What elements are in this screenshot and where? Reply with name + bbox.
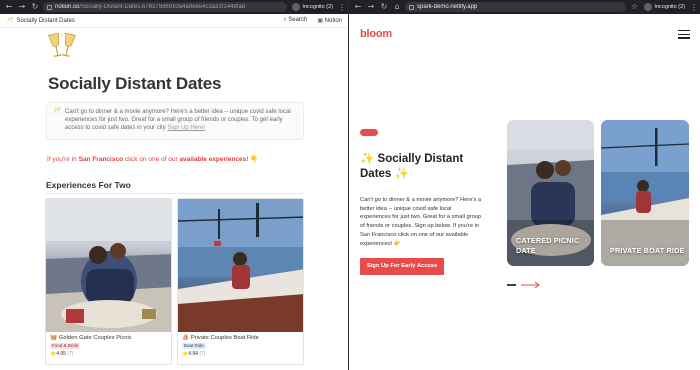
star-bookmark-icon[interactable]: ☆ xyxy=(629,2,639,12)
champagne-icon: 🥂 xyxy=(52,108,61,115)
sf-city: San Francisco xyxy=(78,156,124,163)
section-title: Experiences For Two xyxy=(46,180,131,190)
sf-middle: click on one of our xyxy=(124,156,178,163)
url-host: spark-demo.netlify.app xyxy=(417,4,478,10)
notion-button[interactable]: ▣ Notion xyxy=(317,17,342,24)
lock-icon xyxy=(47,4,52,10)
boat-photo xyxy=(178,199,303,332)
early-access-button[interactable]: Sign Up For Early Access xyxy=(360,258,444,275)
forward-icon[interactable]: → xyxy=(366,2,376,12)
point-down-icon: 👇 xyxy=(250,156,259,163)
incognito-label: Incognito (2) xyxy=(302,4,333,10)
home-icon[interactable]: ⌂ xyxy=(392,2,402,12)
callout-block: 🥂 Can't go to dinner & a movie anymore? … xyxy=(46,102,304,140)
hamburger-menu-icon[interactable] xyxy=(678,30,690,39)
accent-pill xyxy=(360,129,378,136)
sailboat-emoji-icon: ⛵ xyxy=(182,335,190,341)
incognito-icon xyxy=(292,3,301,11)
incognito-icon xyxy=(644,3,653,11)
hero-description: Can't go to dinner & a movie anymore? He… xyxy=(360,197,482,247)
rating-count: (7) xyxy=(67,351,74,357)
pager-indicator xyxy=(507,284,516,286)
notion-browser-window: ← → ↻ notion.so/Socially-Distant-Dates-b… xyxy=(0,0,348,370)
divider xyxy=(46,193,304,194)
rating-count: (7) xyxy=(199,351,206,357)
category-tag: Boat Ride xyxy=(182,343,206,349)
experience-card-boat[interactable]: ⛵ Private Couples Boat Ride Boat Ride ⭐4… xyxy=(177,198,304,365)
hero-title: ✨ Socially Distant Dates ✨ xyxy=(360,152,490,182)
bloom-logo[interactable]: bloom xyxy=(360,28,392,40)
browser-toolbar: ← → ↻ ⌂ spark-demo.netlify.app ☆ Incogni… xyxy=(349,0,700,14)
photo-card-label: CATERED PICNIC DATE xyxy=(516,236,580,255)
menu-icon[interactable]: ⋮ xyxy=(690,3,698,12)
picnic-photo xyxy=(46,199,171,332)
signup-link[interactable]: Sign Up Here! xyxy=(167,125,205,131)
incognito-badge[interactable]: Incognito (2) xyxy=(290,3,335,11)
bloom-browser-window: ← → ↻ ⌂ spark-demo.netlify.app ☆ Incogni… xyxy=(348,0,700,370)
notion-topbar: 🥂 Socially Distant Dates ⌕ Search ▣ Noti… xyxy=(0,14,348,28)
forward-icon[interactable]: → xyxy=(17,2,27,12)
sf-prefix: If you're in xyxy=(47,156,77,163)
sf-emph: available experiences! xyxy=(179,156,249,163)
url-host: notion.so xyxy=(55,4,80,10)
card-title: Golden Gate Couples Picnic xyxy=(58,335,132,341)
carousel-pager xyxy=(507,281,541,289)
arrow-right-icon[interactable] xyxy=(521,281,541,289)
incognito-label: Incognito (2) xyxy=(654,4,685,10)
page-title: Socially Distant Dates xyxy=(48,74,222,93)
breadcrumb-label: Socially Distant Dates xyxy=(16,17,75,24)
breadcrumb[interactable]: 🥂 Socially Distant Dates xyxy=(6,17,283,25)
picnic-emoji-icon: 🧺 xyxy=(50,335,58,341)
menu-icon[interactable]: ⋮ xyxy=(338,3,346,12)
back-icon[interactable]: ← xyxy=(353,2,363,12)
category-tag: Food & Drink xyxy=(50,343,81,349)
search-label: Search xyxy=(288,17,308,23)
photo-card-picnic[interactable]: CATERED PICNIC DATE xyxy=(507,120,594,266)
lock-icon xyxy=(409,4,414,10)
sparkles-icon: ✨ xyxy=(394,168,409,180)
photo-card-boat[interactable]: PRIVATE BOAT RIDE xyxy=(601,120,689,266)
address-bar[interactable]: spark-demo.netlify.app xyxy=(405,2,627,12)
notion-logo-icon: ▣ xyxy=(317,18,323,24)
back-icon[interactable]: ← xyxy=(4,2,14,12)
champagne-glasses-icon xyxy=(48,32,76,57)
sf-instruction: If you're in San Francisco click on one … xyxy=(47,155,258,163)
url-path: /Socially-Distant-Dates-b78379d6910a4a8e… xyxy=(79,4,246,10)
rating: ⭐4.95 (7) xyxy=(50,350,167,358)
rating-value: 4.94 xyxy=(188,351,198,357)
rating-value: 4.95 xyxy=(56,351,66,357)
experience-card-picnic[interactable]: 🧺 Golden Gate Couples Picnic Food & Drin… xyxy=(45,198,172,365)
search-icon: ⌕ xyxy=(283,17,287,23)
champagne-icon: 🥂 xyxy=(6,18,14,24)
desktop: ← → ↻ notion.so/Socially-Distant-Dates-b… xyxy=(0,0,700,370)
notion-label: Notion xyxy=(324,18,342,24)
reload-icon[interactable]: ↻ xyxy=(30,2,40,12)
search-button[interactable]: ⌕ Search xyxy=(283,17,307,24)
sparkles-icon: ✨ xyxy=(360,153,375,165)
browser-toolbar: ← → ↻ notion.so/Socially-Distant-Dates-b… xyxy=(0,0,348,14)
card-title: Private Couples Boat Ride xyxy=(190,335,259,341)
incognito-badge[interactable]: Incognito (2) xyxy=(642,3,687,11)
reload-icon[interactable]: ↻ xyxy=(379,2,389,12)
photo-card-label: PRIVATE BOAT RIDE xyxy=(610,246,685,255)
address-bar[interactable]: notion.so/Socially-Distant-Dates-b78379d… xyxy=(43,2,288,12)
hero-title-text: Socially Distant Dates xyxy=(360,153,464,180)
rating: ⭐4.94 (7) xyxy=(182,350,299,358)
